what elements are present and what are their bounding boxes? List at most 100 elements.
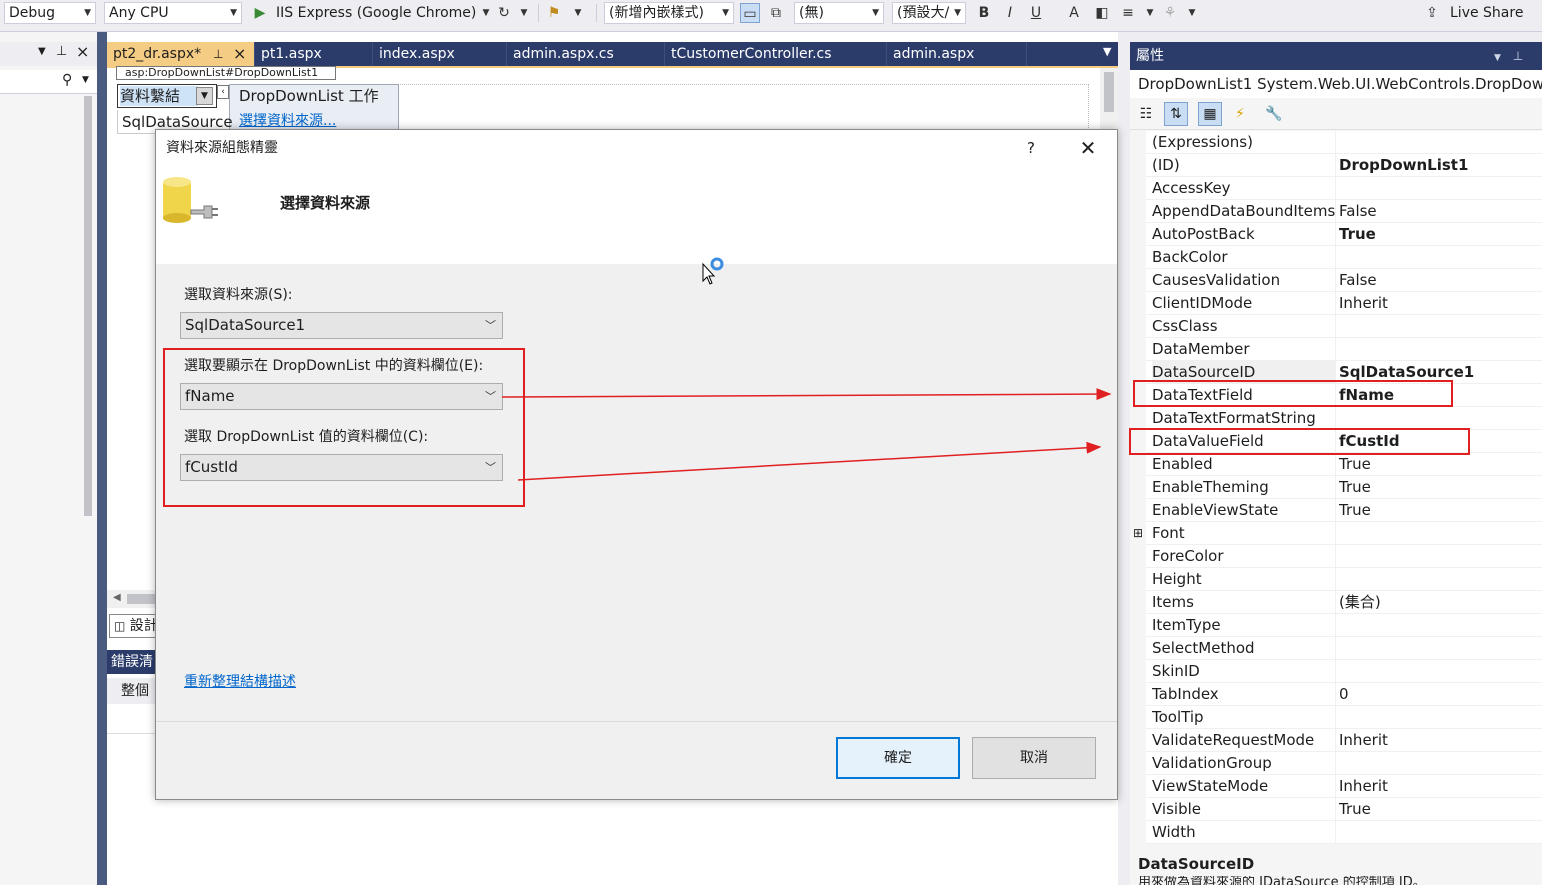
property-row[interactable]: BackColor xyxy=(1130,246,1542,269)
refresh-schema-link[interactable]: 重新整理結構描述 xyxy=(184,672,296,692)
property-value[interactable]: True xyxy=(1339,223,1539,246)
events-icon[interactable]: ⚡ xyxy=(1228,102,1252,126)
error-list-header[interactable]: 錯誤清 xyxy=(107,650,157,674)
smart-tag-icon[interactable]: ‹ xyxy=(217,85,229,99)
property-row[interactable]: Enabled True xyxy=(1130,453,1542,476)
chevron-left-icon[interactable]: ◀ xyxy=(113,592,121,603)
property-value[interactable]: Inherit xyxy=(1339,775,1539,798)
property-row[interactable]: CssClass xyxy=(1130,315,1542,338)
expand-icon[interactable]: ⊞ xyxy=(1130,522,1146,545)
chevron-down-icon[interactable]: ▼ xyxy=(82,75,89,85)
close-icon[interactable]: ✕ xyxy=(1078,136,1098,160)
property-value[interactable] xyxy=(1339,522,1539,545)
design-view-button[interactable]: ◫ 設計 xyxy=(109,614,159,638)
properties-icon[interactable]: ▦ xyxy=(1198,102,1222,126)
property-value[interactable] xyxy=(1339,338,1539,361)
panel-splitter[interactable] xyxy=(97,32,107,885)
property-value[interactable]: True xyxy=(1339,453,1539,476)
chevron-down-icon[interactable]: ▼ xyxy=(38,46,46,57)
solution-config-combo[interactable]: Debug ▼ xyxy=(4,2,96,24)
italic-button[interactable]: I xyxy=(1000,3,1020,23)
property-row[interactable]: Visible True xyxy=(1130,798,1542,821)
property-value[interactable] xyxy=(1339,131,1539,154)
property-value[interactable] xyxy=(1339,407,1539,430)
split-view-icon[interactable]: ⧉ xyxy=(766,3,786,23)
live-share-icon[interactable]: ⇪ xyxy=(1422,3,1442,23)
property-row[interactable]: ⊞ Font xyxy=(1130,522,1542,545)
pin-icon[interactable]: ⊥ xyxy=(213,42,223,66)
browser-link-icon[interactable]: ⚑ xyxy=(544,3,564,23)
underline-button[interactable]: U xyxy=(1026,3,1046,23)
property-value[interactable] xyxy=(1339,246,1539,269)
cancel-button[interactable]: 取消 xyxy=(972,737,1096,779)
property-row[interactable]: EnableViewState True xyxy=(1130,499,1542,522)
property-value[interactable]: True xyxy=(1339,499,1539,522)
property-value[interactable]: DropDownList1 xyxy=(1339,154,1539,177)
tab-admin-cs[interactable]: admin.aspx.cs xyxy=(507,42,665,66)
editor-scrollbar-thumb[interactable] xyxy=(1104,72,1114,112)
left-scrollbar-thumb[interactable] xyxy=(84,96,92,516)
property-row[interactable]: ValidateRequestMode Inherit xyxy=(1130,729,1542,752)
object-selector[interactable]: DropDownList1 System.Web.UI.WebControls.… xyxy=(1130,70,1542,98)
property-row[interactable]: AccessKey xyxy=(1130,177,1542,200)
property-value[interactable] xyxy=(1339,568,1539,591)
design-view-icon[interactable]: ▭ xyxy=(740,3,760,23)
property-row[interactable]: DataTextFormatString xyxy=(1130,407,1542,430)
property-value[interactable] xyxy=(1339,660,1539,683)
property-value[interactable] xyxy=(1339,752,1539,775)
target-rule-combo[interactable]: (無) ▼ xyxy=(794,2,884,24)
property-value[interactable] xyxy=(1339,545,1539,568)
property-row[interactable]: DataMember xyxy=(1130,338,1542,361)
categorized-icon[interactable]: ☷ xyxy=(1134,102,1158,126)
property-row[interactable]: ForeColor xyxy=(1130,545,1542,568)
property-row[interactable]: ViewStateMode Inherit xyxy=(1130,775,1542,798)
close-icon[interactable]: × xyxy=(76,42,89,61)
property-row[interactable]: ValidationGroup xyxy=(1130,752,1542,775)
tab-pt2-dr[interactable]: pt2_dr.aspx* ⊥ × xyxy=(107,42,255,66)
alphabetical-icon[interactable]: ⇅ xyxy=(1164,102,1188,126)
property-row[interactable]: ToolTip xyxy=(1130,706,1542,729)
font-size-combo[interactable]: (預設大/ ▼ xyxy=(892,2,966,24)
property-value[interactable] xyxy=(1339,706,1539,729)
property-row[interactable]: Items (集合) xyxy=(1130,591,1542,614)
datasource-select[interactable]: SqlDataSource1 ﹀ xyxy=(180,312,503,339)
pin-icon[interactable]: ⊥ xyxy=(1513,49,1523,63)
property-value[interactable] xyxy=(1339,821,1539,844)
style-combo[interactable]: (新增內嵌樣式) ▼ xyxy=(604,2,734,24)
live-share-button[interactable]: Live Share xyxy=(1450,2,1523,24)
tab-pt1[interactable]: pt1.aspx xyxy=(255,42,373,66)
help-button[interactable]: ? xyxy=(1024,138,1038,158)
chevron-down-icon[interactable]: ▼ xyxy=(514,3,534,23)
tab-tcustomer-controller[interactable]: tCustomerController.cs xyxy=(665,42,887,66)
choose-datasource-link[interactable]: 選擇資料來源... xyxy=(239,112,336,130)
ok-button[interactable]: 確定 xyxy=(836,737,960,779)
property-row[interactable]: (Expressions) xyxy=(1130,131,1542,154)
editor-horizontal-scrollbar[interactable]: ◀ xyxy=(107,590,157,608)
property-value[interactable]: False xyxy=(1339,269,1539,292)
property-value[interactable]: Inherit xyxy=(1339,729,1539,752)
font-color-icon[interactable]: A xyxy=(1064,3,1084,23)
highlight-icon[interactable]: ◧ xyxy=(1092,3,1112,23)
property-value[interactable] xyxy=(1339,315,1539,338)
property-row[interactable]: SkinID xyxy=(1130,660,1542,683)
property-row[interactable]: SelectMethod xyxy=(1130,637,1542,660)
chevron-down-icon[interactable]: ▼ xyxy=(1182,3,1202,23)
tab-index[interactable]: index.aspx xyxy=(373,42,507,66)
property-row[interactable]: ClientIDMode Inherit xyxy=(1130,292,1542,315)
chevron-down-icon[interactable]: ▼ xyxy=(196,87,213,105)
property-row[interactable]: EnableTheming True xyxy=(1130,476,1542,499)
format-painter-icon[interactable]: ⚘ xyxy=(1160,3,1180,23)
property-value[interactable]: True xyxy=(1339,798,1539,821)
property-row[interactable]: AppendDataBoundItems False xyxy=(1130,200,1542,223)
property-value[interactable] xyxy=(1339,177,1539,200)
property-value[interactable]: 0 xyxy=(1339,683,1539,706)
tab-overflow-icon[interactable]: ▼ xyxy=(1103,45,1111,58)
play-icon[interactable]: ▶ xyxy=(250,3,270,23)
chevron-down-icon[interactable]: ▼ xyxy=(568,3,588,23)
align-icon[interactable]: ≡ xyxy=(1118,3,1138,23)
property-row[interactable]: Height xyxy=(1130,568,1542,591)
tab-admin[interactable]: admin.aspx xyxy=(887,42,1027,66)
property-row[interactable]: Width xyxy=(1130,821,1542,844)
property-row[interactable]: ItemType xyxy=(1130,614,1542,637)
property-value[interactable] xyxy=(1339,637,1539,660)
